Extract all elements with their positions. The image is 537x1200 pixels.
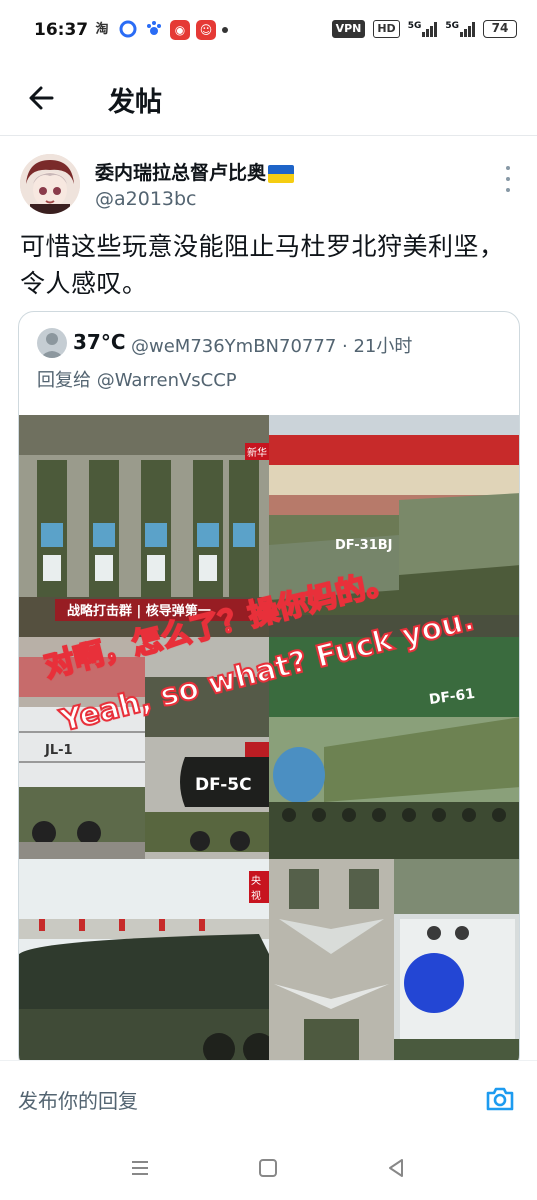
signal-icon: 5G [408, 21, 438, 37]
system-nav-bar [0, 1136, 537, 1200]
missile-label-df5c: DF-5C [195, 775, 252, 795]
more-notifications-dot [222, 27, 228, 33]
circle-app-icon [118, 20, 138, 40]
arrow-left-icon [29, 86, 54, 110]
quoted-author-name: 37°C [73, 330, 126, 354]
author-name[interactable]: 委内瑞拉总督卢比奥 [95, 158, 295, 185]
image-transporter: 央视 [19, 859, 269, 1070]
tweet-text: 可惜这些玩意没能阻止马杜罗北狩美利坚，令人感叹。 [20, 232, 505, 298]
taobao-icon: 淘 [92, 20, 112, 40]
signal-icon-2: 5G [445, 21, 475, 37]
reply-input[interactable]: 发布你的回复 [18, 1085, 138, 1114]
reply-bar: 发布你的回复 [0, 1060, 537, 1136]
recent-apps-button[interactable] [128, 1156, 152, 1180]
cctv-badge: 央视 [249, 871, 269, 903]
back-button[interactable] [24, 80, 60, 116]
menu-icon [132, 1161, 148, 1175]
image-sensor [394, 859, 519, 1070]
red-app-icon: ☺ [196, 20, 216, 40]
camera-button[interactable] [484, 1083, 516, 1115]
status-bar: 16:37 淘 ◉ ☺ VPN HD 5G 5G 74 [0, 0, 537, 62]
square-icon [259, 1159, 277, 1177]
home-button[interactable] [256, 1156, 280, 1180]
quoted-media-collage[interactable]: 战略打击群 | 核导弹第一 新华 DF-31BJ JL-1 DF-5C DF-6… [19, 415, 519, 1070]
more-options-button[interactable] [500, 166, 516, 192]
notification-icons: 淘 ◉ ☺ [92, 20, 228, 40]
network-type-label: 5G [407, 21, 422, 31]
network-type-label-2: 5G [445, 21, 459, 31]
triangle-back-icon [389, 1159, 403, 1177]
app-header: 发帖 [0, 62, 537, 136]
paw-app-icon [144, 20, 164, 40]
battery-icon: 74 [483, 20, 517, 38]
quoted-tweet-card[interactable]: 37°C @weM736YmBN70777 · 21小时 回复给 @Warren… [18, 311, 520, 1071]
status-time: 16:37 [34, 20, 89, 40]
image-drone [269, 859, 394, 1070]
xinhua-badge: 新华 [245, 443, 269, 460]
reply-to-handle[interactable]: @WarrenVsCCP [97, 370, 237, 391]
vpn-badge: VPN [331, 20, 366, 38]
missile-label-jl1: JL-1 [45, 743, 73, 758]
quoted-avatar [37, 328, 67, 358]
page-title: 发帖 [108, 87, 162, 118]
author-handle[interactable]: @a2013bc [95, 188, 197, 210]
avatar[interactable] [20, 154, 80, 214]
system-back-button[interactable] [384, 1156, 408, 1180]
system-indicators: VPN HD 5G 5G 74 [331, 20, 517, 38]
author-name-text: 委内瑞拉总督卢比奥 [95, 162, 267, 184]
netease-music-icon: ◉ [170, 20, 190, 40]
reply-to-line: 回复给 @WarrenVsCCP [37, 366, 237, 392]
hd-badge: HD [373, 20, 400, 38]
missile-label-df31: DF-31BJ [335, 538, 393, 553]
reply-to-prefix: 回复给 [37, 370, 91, 391]
ukraine-flag-icon [268, 164, 295, 183]
quoted-author-meta: @weM736YmBN70777 · 21小时 [131, 336, 413, 357]
camera-icon [486, 1087, 514, 1111]
